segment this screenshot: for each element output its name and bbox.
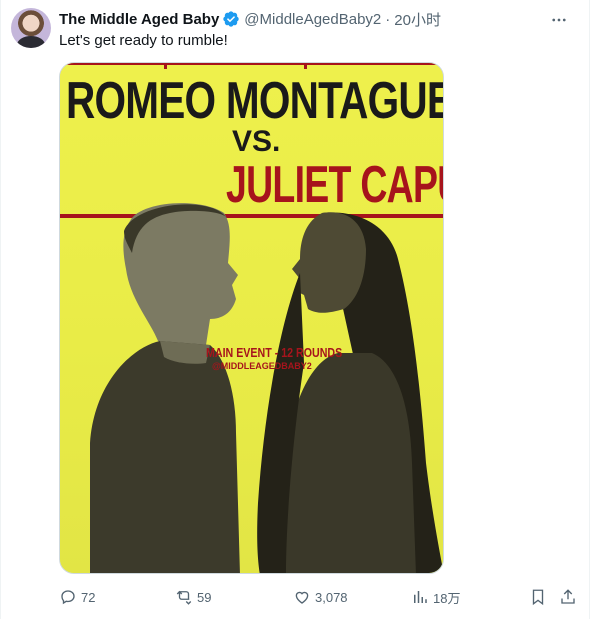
bookmark-button[interactable] [529, 587, 551, 607]
tweet-media-poster[interactable]: ROMEO MONTAGUE VS. JULIET CAPULET MAIN E… [59, 62, 444, 574]
avatar[interactable] [11, 8, 51, 48]
more-icon[interactable] [549, 10, 569, 30]
views-button[interactable]: 18万 [411, 587, 460, 607]
verified-badge-icon [222, 10, 240, 28]
views-icon [414, 591, 427, 603]
poster-event-handle: @MIDDLEAGEDBABY2 [212, 361, 312, 371]
share-icon [561, 589, 575, 604]
tweet-text: Let's get ready to rumble! [59, 32, 228, 49]
reply-button[interactable]: 72 [59, 587, 95, 607]
separator-dot: · [385, 10, 391, 28]
like-button[interactable]: 3,078 [293, 587, 348, 607]
reply-icon [61, 590, 75, 605]
display-name[interactable]: The Middle Aged Baby [59, 11, 219, 28]
poster-figures-illustration [90, 203, 443, 573]
tweet-card[interactable]: The Middle Aged Baby @MiddleAgedBaby2 · … [0, 0, 590, 619]
share-button[interactable] [559, 587, 581, 607]
tweet-actions: 72 59 3,078 18万 [59, 587, 579, 607]
retweet-count: 59 [197, 589, 212, 605]
poster-event: MAIN EVENT - 12 ROUNDS [206, 345, 343, 360]
bookmark-icon [532, 589, 544, 606]
avatar-shirt [17, 36, 45, 48]
retweet-button[interactable]: 59 [175, 587, 211, 607]
retweet-icon [176, 590, 192, 605]
like-count: 3,078 [315, 589, 348, 605]
timestamp[interactable]: 20小时 [394, 9, 441, 30]
views-count: 18万 [433, 590, 461, 606]
tweet-header: The Middle Aged Baby @MiddleAgedBaby2 · … [59, 9, 441, 29]
like-icon [295, 591, 309, 604]
user-handle[interactable]: @MiddleAgedBaby2 [244, 11, 381, 28]
reply-count: 72 [81, 589, 96, 605]
